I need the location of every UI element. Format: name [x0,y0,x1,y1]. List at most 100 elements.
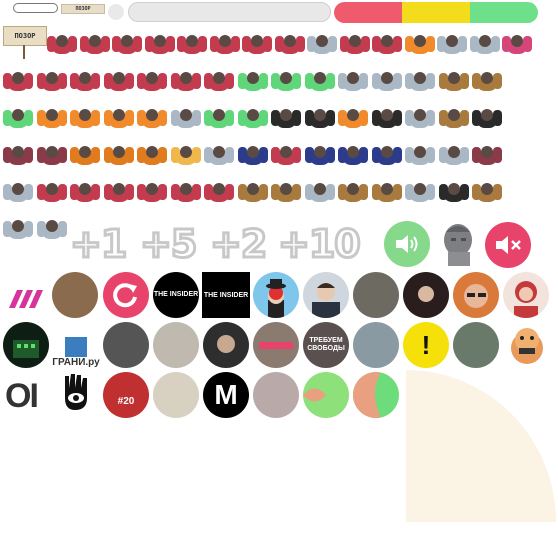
protester-figure [237,67,268,97]
protester-figure [237,141,268,171]
cartoon-pig-icon[interactable] [505,318,549,368]
hand-eye-logo-icon[interactable] [53,370,99,420]
protester-figure [271,67,301,97]
speaker-icon [396,235,418,253]
avatar-green-half-2[interactable] [353,372,399,418]
avatar-man-suit[interactable] [303,272,349,318]
protester-figure [472,141,502,171]
refresh-icon [113,283,137,308]
protester-figure [3,67,33,97]
protester-figure [36,178,67,208]
protest-sign: ПОЗОР [3,26,47,46]
protester-figure [438,141,469,171]
statue-head-icon [436,218,482,268]
protester-figure [103,178,134,208]
protester-figure [36,215,67,245]
protester-figure [170,178,201,208]
protester-figure [472,67,502,97]
protester-figure [137,67,167,97]
avatar-masked-man[interactable] [253,322,299,368]
avatar-man-outdoor-2[interactable] [453,322,499,368]
protester-figure [79,30,110,60]
avatar-woman-light[interactable] [253,372,299,418]
avatar-green-half-1[interactable] [303,372,349,418]
protester-figure [242,30,272,60]
protester-figure [103,67,134,97]
avatar-man-dark[interactable] [203,322,249,368]
protester-figure [70,104,100,134]
protester-figure [170,141,201,171]
avatar-graffiti[interactable] [153,372,199,418]
mute-button[interactable] [485,222,531,268]
alert-yellow-button[interactable]: ! [403,322,449,368]
protester-figure [304,178,335,208]
segment-green [470,2,538,23]
avatar-protest-sign[interactable]: ТРЕБУЕМ СВОБОДЫ [303,322,349,368]
oi-logo[interactable]: OI [5,376,51,416]
protester-figure [405,104,435,134]
rain-logo-icon[interactable] [5,274,49,318]
protester-figure [371,178,402,208]
grani-logo[interactable]: ГРАНИ.ру [52,322,100,368]
refresh-logo-button[interactable] [103,272,149,318]
protester-figure [469,30,500,60]
protester-figure [137,178,167,208]
green-building-icon [13,340,39,358]
avatar-woman-red[interactable] [503,272,549,318]
avatar-the-insider-2[interactable]: THE INSIDER [202,272,250,318]
grani-label: ГРАНИ.ру [52,357,100,368]
quarter-circle-shape [406,370,556,522]
protester-figure [70,141,100,171]
oi-label: OI [5,376,39,415]
protester-figure [103,141,134,171]
avatar-bowler-hat[interactable] [253,272,299,318]
avatar-label: #20 [117,396,135,407]
protester-figure [144,30,175,60]
protester-figure [237,104,268,134]
protester-figure [170,67,201,97]
avatar-man-glasses[interactable] [453,272,499,318]
avatar-green-building[interactable] [3,322,49,368]
protester-figure [472,178,502,208]
protester-figure [204,178,234,208]
avatar-bearded-man[interactable] [52,272,98,318]
sign-stick [23,45,25,59]
protester-figure [112,30,142,60]
protester-figure [502,30,532,60]
avatar-tied-figure[interactable] [153,322,199,368]
avatar-the-insider-1[interactable]: THE INSIDER [153,272,199,318]
protester-figure [338,141,368,171]
m-label: M [214,379,238,410]
small-tag: ПОЗОР [61,4,105,14]
small-toggle[interactable] [13,3,58,13]
progress-bar [128,2,331,22]
protester-figure [338,104,368,134]
protester-figure [3,178,33,208]
protester-figure [371,104,402,134]
avatar-woman-dark[interactable] [403,272,449,318]
man-glasses-icon [464,284,488,308]
protester-figure [438,178,469,208]
protester-figure [70,67,100,97]
protester-figure [371,141,402,171]
protester-figure [103,104,134,134]
protester-figure [271,104,301,134]
sound-on-button[interactable] [384,221,430,267]
counter-plus-2: +2 [208,222,268,267]
avatar-group-photo[interactable] [353,272,399,318]
protester-figure [274,30,305,60]
protester-figure [404,30,435,60]
protester-figure [137,104,167,134]
man-dark-icon [217,335,235,353]
masked-man-icon [259,342,293,349]
protester-figure [204,104,234,134]
avatar-outdoor-man[interactable] [353,322,399,368]
avatar-man-bw[interactable] [103,322,149,368]
avatar-number-20[interactable]: #20 [103,372,149,418]
protester-figure [3,141,33,171]
segment-red [334,2,402,23]
m-logo[interactable]: M [203,372,249,418]
protester-figure [3,215,33,245]
woman-dark-icon [418,286,434,302]
protester-figure [36,67,67,97]
